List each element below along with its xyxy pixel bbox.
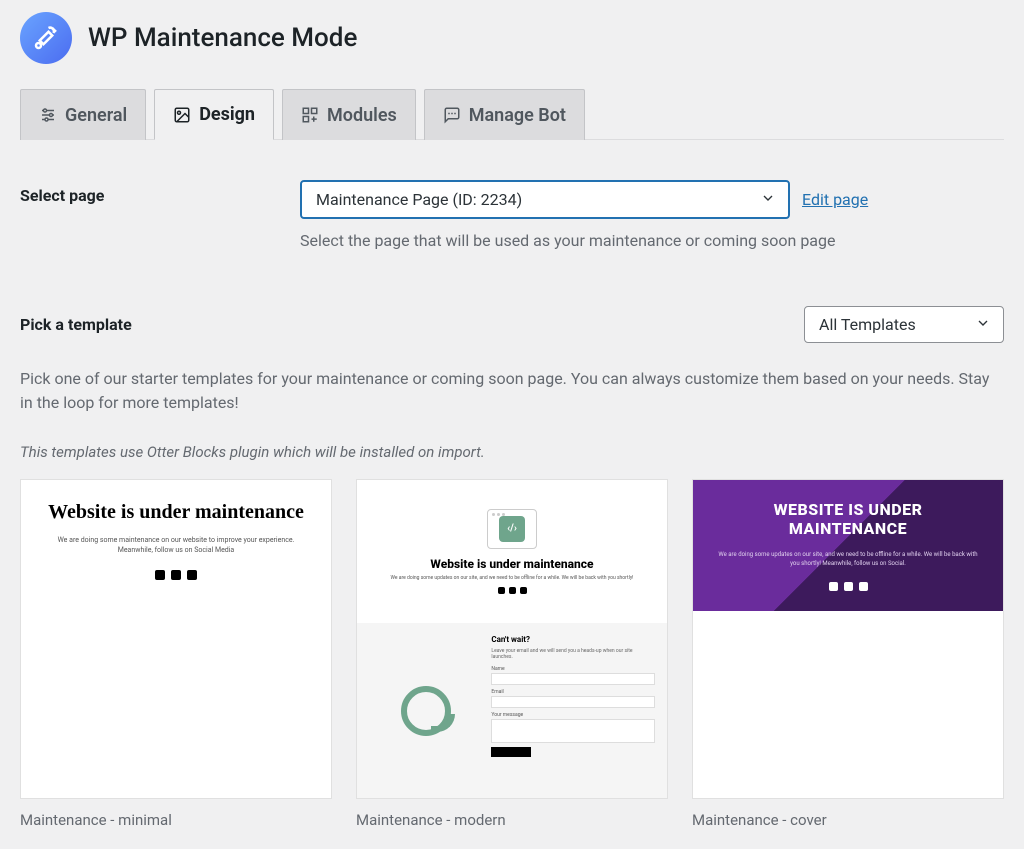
template-card-cover[interactable]: WEBSITE IS UNDER MAINTENANCE We are doin… (692, 479, 1004, 829)
thumb-title: Website is under maintenance (430, 557, 593, 571)
thumb-title: WEBSITE IS UNDER MAINTENANCE (713, 500, 983, 538)
thumb-subtitle: We are doing some updates on our site, a… (391, 575, 634, 581)
tab-manage-bot[interactable]: Manage Bot (424, 89, 585, 140)
template-thumb: Website is under maintenance We are doin… (20, 479, 332, 799)
template-caption: Maintenance - minimal (20, 811, 332, 829)
template-grid: Website is under maintenance We are doin… (20, 479, 1004, 829)
template-card-minimal[interactable]: Website is under maintenance We are doin… (20, 479, 332, 829)
thumb-form-sub: Leave your email and we will send you a … (491, 648, 655, 660)
tab-bar: General Design Modules Manage Bot (20, 88, 1004, 140)
browser-icon: ‹/› (487, 509, 537, 549)
image-icon (173, 106, 191, 124)
template-filter-select[interactable]: All Templates (804, 306, 1004, 343)
page-select-value: Maintenance Page (ID: 2234) (316, 190, 522, 209)
templates-description: Pick one of our starter templates for yo… (20, 367, 1004, 415)
tab-modules[interactable]: Modules (282, 89, 416, 140)
tab-label: Modules (327, 105, 397, 126)
thumb-social-icons (155, 570, 197, 580)
chevron-down-icon (975, 315, 991, 335)
code-icon: ‹/› (499, 516, 525, 542)
template-caption: Maintenance - cover (692, 811, 1004, 829)
template-thumb: WEBSITE IS UNDER MAINTENANCE We are doin… (692, 479, 1004, 799)
select-page-label: Select page (20, 180, 300, 205)
tab-label: Design (199, 104, 255, 125)
grid-add-icon (301, 106, 319, 124)
page-title: WP Maintenance Mode (88, 23, 357, 53)
select-page-row: Select page Maintenance Page (ID: 2234) … (20, 180, 1004, 219)
edit-page-link[interactable]: Edit page (802, 190, 868, 209)
page-header: WP Maintenance Mode (20, 0, 1004, 88)
thumb-subtitle: We are doing some maintenance on our web… (41, 536, 311, 556)
sliders-icon (39, 106, 57, 124)
template-filter-value: All Templates (819, 315, 916, 334)
tab-design[interactable]: Design (154, 89, 274, 140)
template-card-modern[interactable]: ‹/› Website is under maintenance We are … (356, 479, 668, 829)
tab-label: General (65, 105, 127, 126)
thumb-social-icons (829, 582, 868, 591)
template-thumb: ‹/› Website is under maintenance We are … (356, 479, 668, 799)
select-page-description: Select the page that will be used as you… (300, 231, 1004, 250)
thumb-subtitle: We are doing some updates on our site, a… (713, 550, 983, 568)
page-select[interactable]: Maintenance Page (ID: 2234) (300, 180, 790, 219)
tab-general[interactable]: General (20, 89, 146, 140)
plugin-logo (20, 12, 72, 64)
thumb-social-icons (498, 587, 527, 594)
pick-template-label: Pick a template (20, 315, 132, 334)
chevron-down-icon (760, 190, 776, 210)
thumb-form-title: Can't wait? (491, 635, 655, 644)
tab-label: Manage Bot (469, 105, 566, 126)
thumb-title: Website is under maintenance (48, 500, 304, 524)
templates-note: This templates use Otter Blocks plugin w… (20, 443, 1004, 461)
chat-icon (443, 106, 461, 124)
template-caption: Maintenance - modern (356, 811, 668, 829)
at-symbol-icon (401, 686, 451, 736)
